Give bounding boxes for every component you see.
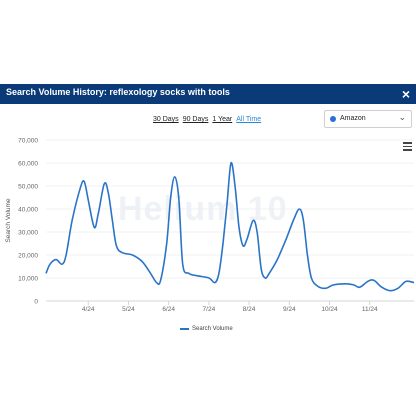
search-volume-chart: 0 10,000 20,000 30,000 40,000 50,000 60,000 70,… xyxy=(5,138,415,313)
y-tick-label: 50,000 xyxy=(18,184,38,191)
y-tick-label: 40,000 xyxy=(18,207,38,214)
range-1-year[interactable]: 1 Year xyxy=(212,116,232,123)
series-line-search-volume xyxy=(45,161,415,292)
x-tick-label: 7/24 xyxy=(203,306,216,313)
x-tick-label: 4/24 xyxy=(82,306,95,313)
x-tick-label: 11/24 xyxy=(362,306,378,313)
chevron-down-icon: ⌄ xyxy=(398,112,406,122)
date-range-selector: 30 Days 90 Days 1 Year All Time xyxy=(153,116,261,123)
y-tick-label: 20,000 xyxy=(18,253,38,260)
dialog-title: Search Volume History: reflexology socks… xyxy=(6,87,230,97)
x-tick-label: 6/24 xyxy=(162,306,175,313)
dialog-header: Search Volume History: reflexology socks… xyxy=(0,84,416,104)
range-90-days[interactable]: 90 Days xyxy=(183,116,209,123)
y-tick-label: 60,000 xyxy=(18,161,38,168)
y-tick-label: 70,000 xyxy=(18,138,38,145)
x-tick-label: 8/24 xyxy=(243,306,256,313)
legend-label: Search Volume xyxy=(192,326,233,332)
legend-swatch xyxy=(180,328,189,330)
y-axis-title: Search Volume xyxy=(5,198,12,242)
range-30-days[interactable]: 30 Days xyxy=(153,116,179,123)
y-tick-label: 0 xyxy=(34,299,38,306)
y-tick-label: 10,000 xyxy=(18,276,38,283)
close-icon[interactable]: × xyxy=(402,85,410,103)
range-all-time[interactable]: All Time xyxy=(236,116,261,123)
x-tick-label: 9/24 xyxy=(283,306,296,313)
chart-legend[interactable]: Search Volume xyxy=(180,326,233,332)
marketplace-select[interactable]: Amazon ⌄ xyxy=(324,110,412,128)
y-tick-label: 30,000 xyxy=(18,230,38,237)
x-tick-label: 5/24 xyxy=(122,306,135,313)
x-tick-label: 10/24 xyxy=(321,306,338,313)
marketplace-value: Amazon xyxy=(340,115,366,122)
marketplace-dot-icon xyxy=(330,116,336,122)
